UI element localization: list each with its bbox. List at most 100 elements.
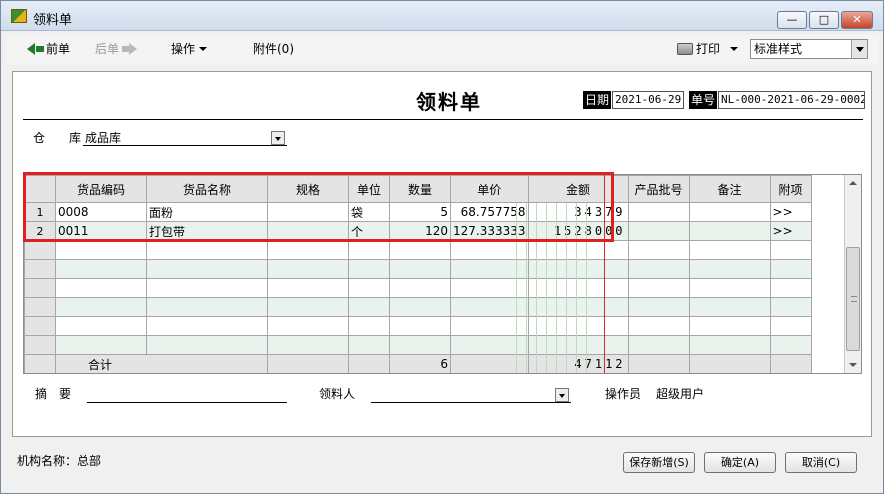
col-code[interactable]: 货品编码 [55,175,147,203]
table-row[interactable]: 1 0008 面粉 袋 5 68.757758 34379 >> [24,202,812,222]
next-label: 后单 [95,42,120,56]
amount-digit-line [546,203,547,373]
maximize-button[interactable]: □ [809,11,839,29]
summary-label: 摘 要 [35,387,72,401]
org-name: 机构名称：总部 [17,454,102,468]
close-button[interactable]: ✕ [841,11,873,29]
next-button[interactable]: 后单 [95,41,138,57]
cell-qty[interactable]: 120 [389,221,451,241]
number-field[interactable]: NL-000-2021-06-29-0002 [718,91,865,109]
table-row[interactable]: 2 0011 打包带 个 120 127.333333 1528000 >> [24,221,812,241]
date-label: 日期 [583,91,612,109]
actions-label: 操作 [171,42,196,56]
cell-amount[interactable]: 34379 [527,202,629,222]
scroll-up-icon[interactable] [845,175,861,191]
amount-digit-line [586,203,587,373]
cell-spec[interactable] [267,202,349,222]
app-icon [11,9,27,23]
amount-digit-line [576,203,577,373]
cell-code[interactable]: 0008 [55,202,147,222]
cell-extra[interactable]: >> [769,221,812,241]
warehouse-select[interactable]: 成品库 [83,129,287,146]
actions-menu[interactable]: 操作 [171,41,208,57]
cell-note[interactable] [688,221,771,241]
arrow-right-icon [129,43,138,55]
cell-note[interactable] [688,202,771,222]
total-row: 合计 6 47112 [24,354,812,373]
amount-digit-line [566,203,567,373]
save-new-button[interactable]: 保存新增(S) [623,452,695,473]
items-grid: 货品编码 货品名称 规格 单位 数量 单价 金额 产品批号 备注 附项 1 00… [23,174,862,374]
requester-select[interactable] [371,386,571,403]
attachments-button[interactable]: 附件(0) [253,41,294,57]
print-label: 打印 [696,42,721,56]
amount-digit-line [516,203,517,373]
empty-row[interactable] [24,259,812,279]
cell-unit[interactable]: 个 [348,221,390,241]
window-title: 领料单 [33,13,73,28]
scroll-thumb[interactable] [846,247,860,351]
col-name[interactable]: 货品名称 [146,175,268,203]
document-title: 领料单 [416,90,482,114]
cell-spec[interactable] [267,221,349,241]
number-label: 单号 [689,91,718,109]
empty-row[interactable] [24,335,812,355]
warehouse-value: 成品库 [85,131,122,145]
cell-unit[interactable]: 袋 [348,202,390,222]
col-spec[interactable]: 规格 [267,175,349,203]
total-amount: 47112 [527,354,629,373]
cell-extra[interactable]: >> [769,202,812,222]
operator-label: 操作员 [605,387,642,401]
chevron-down-icon[interactable] [271,131,285,145]
summary-field[interactable] [87,386,287,403]
prev-label: 前单 [46,42,71,56]
row-number: 1 [24,202,56,222]
prev-button[interactable]: 前单 [27,41,70,57]
header-divider [23,119,863,120]
col-qty[interactable]: 数量 [389,175,451,203]
col-price[interactable]: 单价 [450,175,529,203]
requester-label: 领料人 [319,387,356,401]
empty-row[interactable] [24,297,812,317]
operator-value: 超级用户 [656,387,705,401]
amount-digit-line [536,203,537,373]
chevron-down-icon[interactable] [555,388,569,402]
scroll-down-icon[interactable] [845,357,861,373]
cell-batch[interactable] [627,202,690,222]
cell-name[interactable]: 打包带 [146,221,268,241]
col-batch[interactable]: 产品批号 [627,175,690,203]
print-style-value: 标准样式 [754,42,803,56]
window: 领料单 — □ ✕ 前单 后单 操作 附件(0) 打印 标准样式 领料单 日期 … [0,0,884,494]
empty-row[interactable] [24,240,812,260]
vertical-scrollbar[interactable] [844,175,861,373]
ok-button[interactable]: 确定(A) [704,452,776,473]
cell-qty[interactable]: 5 [389,202,451,222]
col-note[interactable]: 备注 [688,175,771,203]
print-button[interactable]: 打印 [677,41,739,57]
cell-amount[interactable]: 1528000 [527,221,629,241]
col-extra[interactable]: 附项 [769,175,812,203]
row-number: 2 [24,221,56,241]
cell-name[interactable]: 面粉 [146,202,268,222]
date-field[interactable]: 2021-06-29 [612,91,684,109]
col-unit[interactable]: 单位 [348,175,390,203]
print-style-select[interactable]: 标准样式 [750,39,868,59]
toolbar: 前单 后单 操作 附件(0) 打印 [7,35,879,65]
total-label: 合计 [55,354,268,373]
minimize-button[interactable]: — [777,11,807,29]
total-qty: 6 [389,354,451,373]
amount-digit-line [526,203,527,373]
chevron-down-icon[interactable] [851,40,867,58]
cell-batch[interactable] [627,221,690,241]
cancel-button[interactable]: 取消(C) [785,452,857,473]
arrow-left-icon [27,43,35,55]
cell-code[interactable]: 0011 [55,221,147,241]
empty-row[interactable] [24,278,812,298]
caret-down-icon [730,47,739,51]
row-header-corner [24,175,56,203]
amount-digit-line [556,203,557,373]
empty-row[interactable] [24,316,812,336]
col-amount[interactable]: 金额 [527,175,629,203]
caret-down-icon [199,47,208,51]
document-area: 领料单 日期 2021-06-29 单号 NL-000-2021-06-29-0… [12,71,872,437]
